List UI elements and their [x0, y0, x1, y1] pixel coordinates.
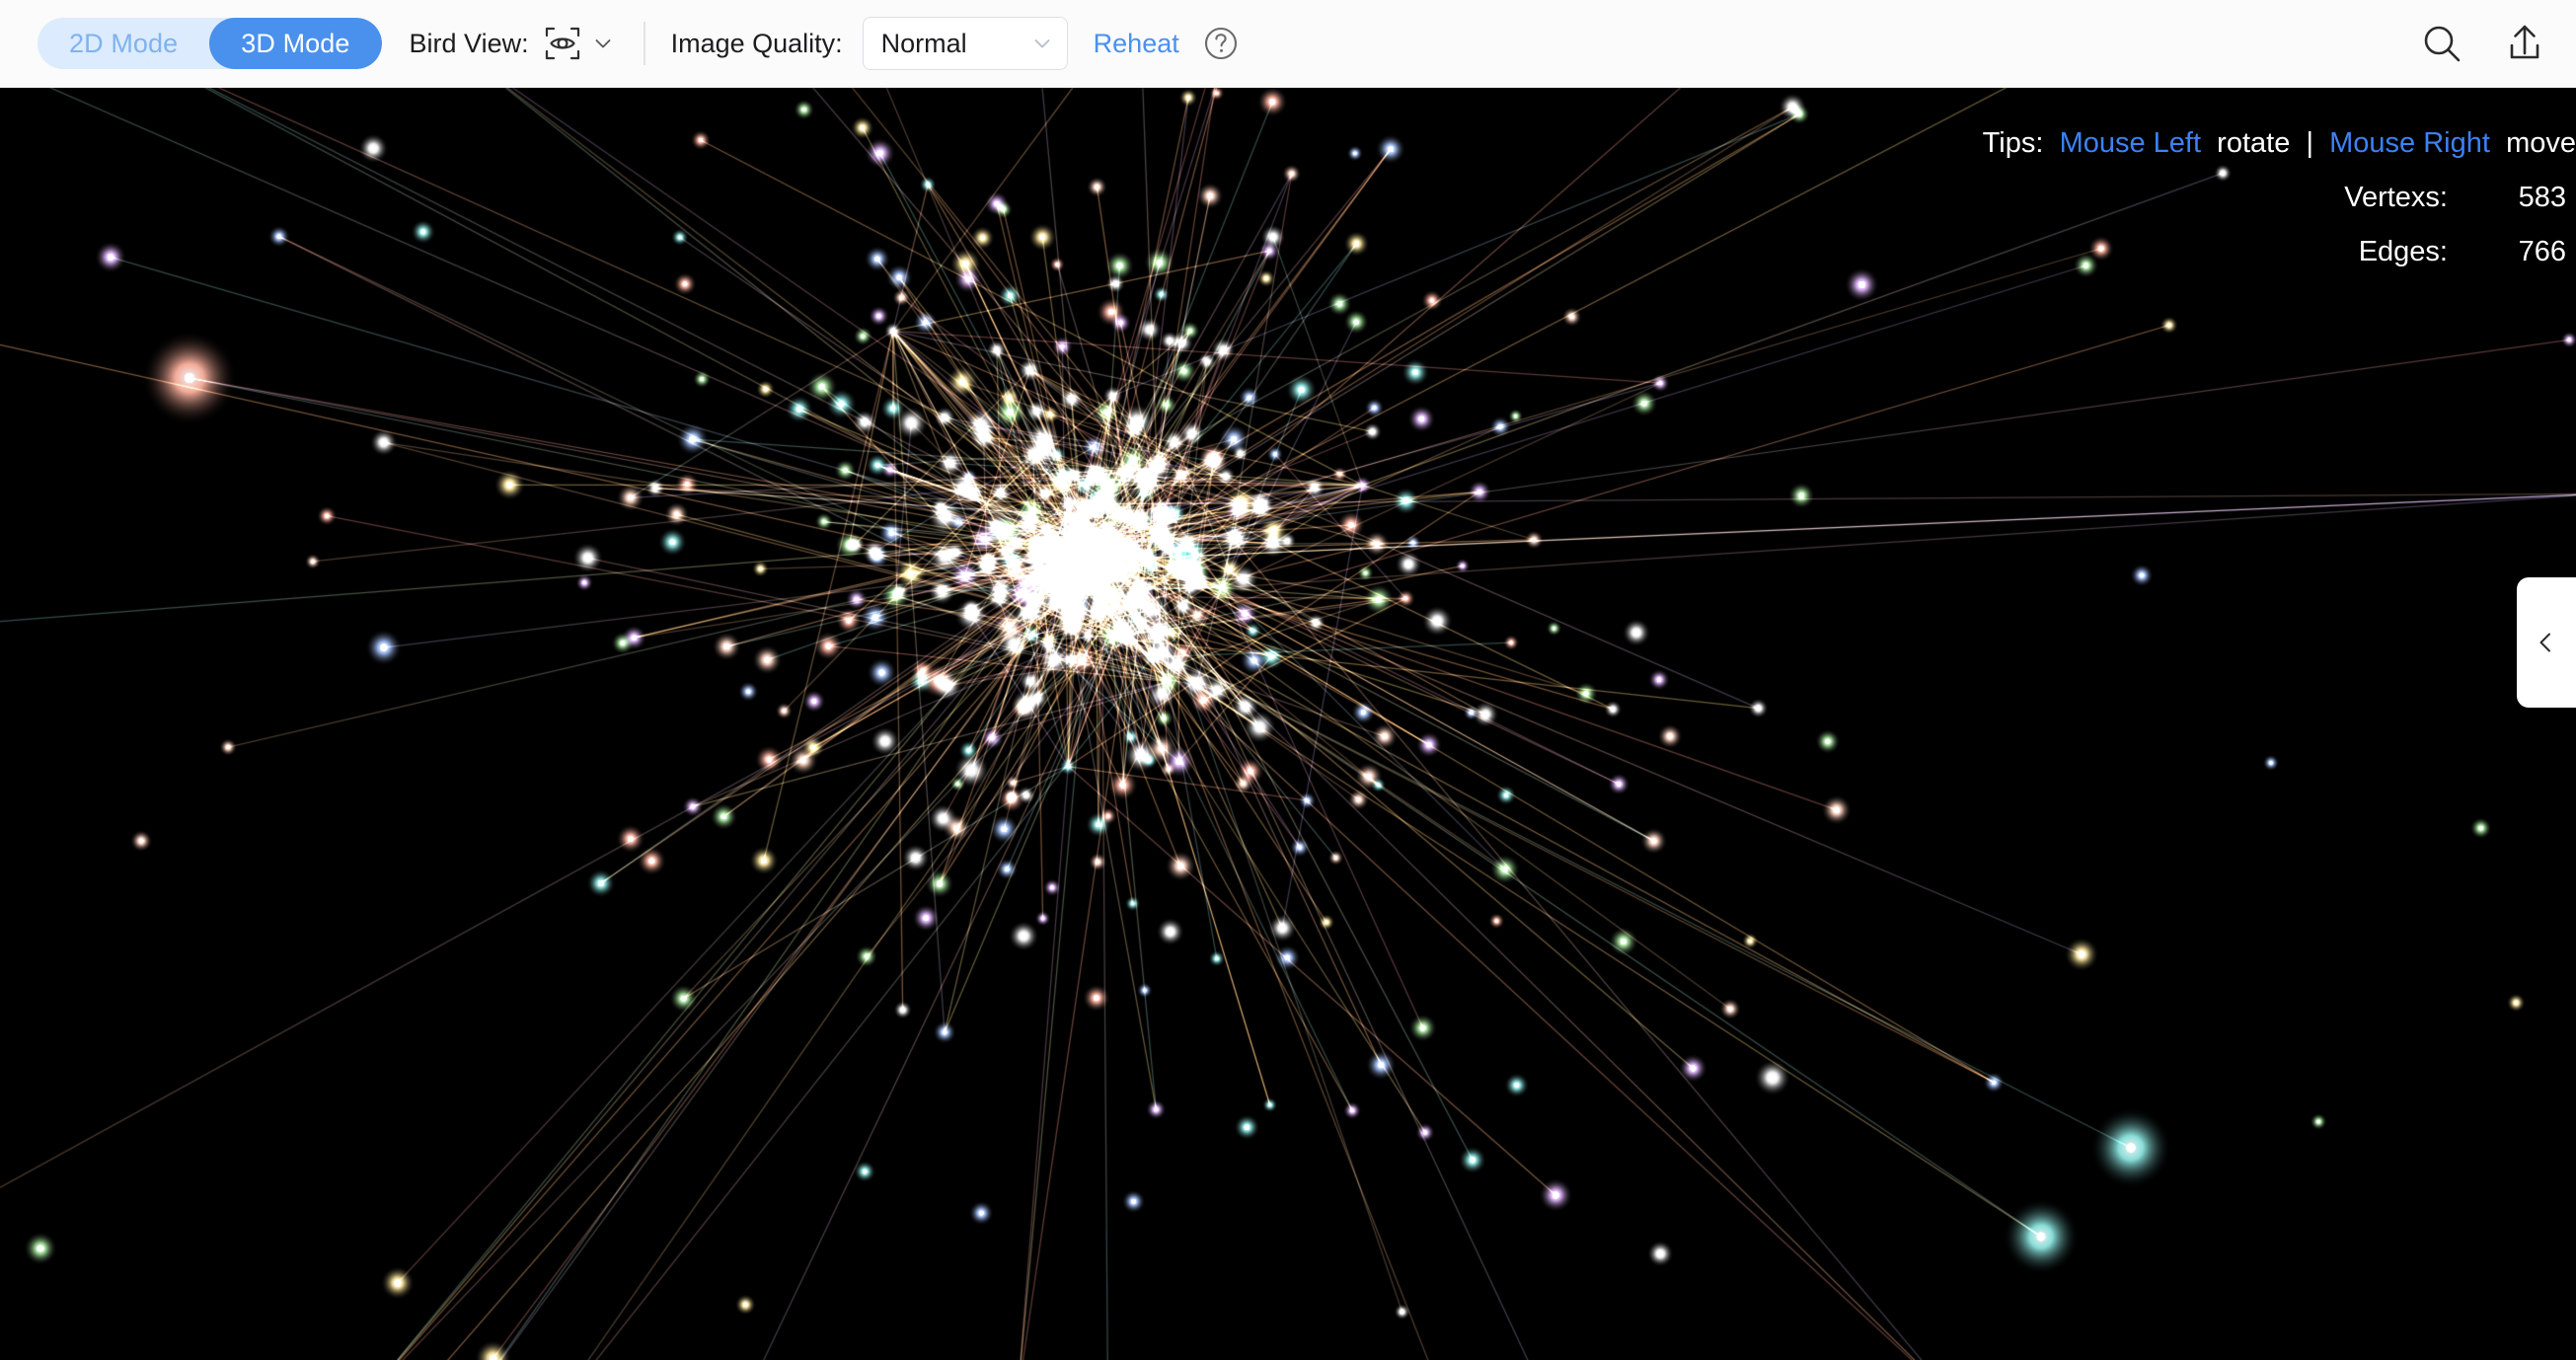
bird-view-control[interactable]: [543, 24, 614, 63]
search-icon[interactable]: [2383, 20, 2465, 67]
question-circle-icon[interactable]: [1179, 26, 1239, 61]
chevron-down-icon: [1031, 33, 1053, 54]
upload-share-icon[interactable]: [2465, 20, 2548, 67]
eye-target-icon: [543, 24, 582, 63]
chevron-down-icon[interactable]: [582, 33, 614, 54]
force-graph-canvas[interactable]: [0, 88, 2576, 1360]
graph-canvas-stage[interactable]: Tips: Mouse Left rotate | Mouse Right mo…: [0, 88, 2576, 1360]
top-toolbar: 2D Mode 3D Mode Bird View: Image Quality…: [0, 0, 2576, 88]
toolbar-divider: [643, 22, 645, 65]
bird-view-label: Bird View:: [409, 28, 529, 58]
chevron-left-icon: [2534, 630, 2559, 655]
reheat-button[interactable]: Reheat: [1094, 29, 1179, 59]
view-mode-segmented-control[interactable]: 2D Mode 3D Mode: [38, 18, 382, 69]
image-quality-value: Normal: [880, 28, 967, 58]
mode-2d-button[interactable]: 2D Mode: [38, 18, 209, 69]
side-panel-collapse-handle[interactable]: [2517, 577, 2576, 708]
image-quality-label: Image Quality:: [670, 28, 843, 58]
mode-3d-button[interactable]: 3D Mode: [209, 18, 382, 69]
image-quality-select[interactable]: Normal: [862, 17, 1068, 70]
graph-viewer-app: 2D Mode 3D Mode Bird View: Image Quality…: [0, 0, 2576, 1360]
